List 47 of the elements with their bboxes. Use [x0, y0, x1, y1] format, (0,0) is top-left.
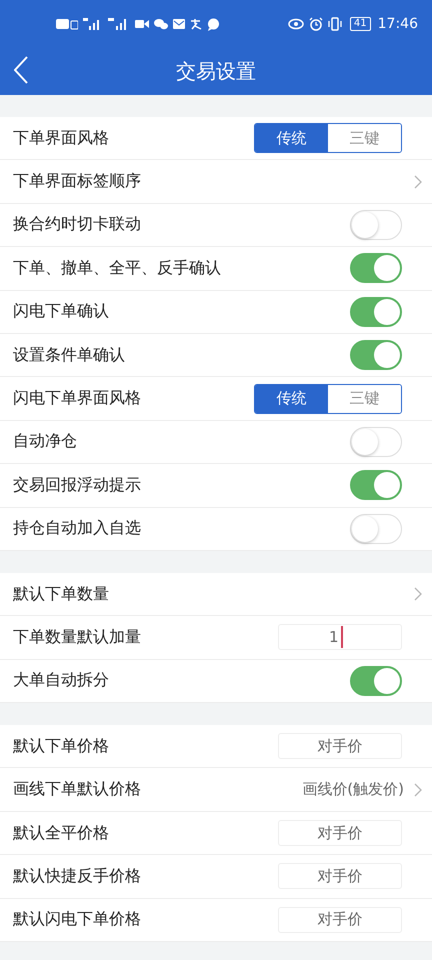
app-icon [190, 18, 202, 30]
price-selector[interactable]: 对手价 [278, 820, 402, 846]
toggle-switch[interactable] [350, 666, 402, 696]
back-icon[interactable] [14, 56, 28, 84]
setting-label: 闪电下单界面风格 [13, 388, 141, 410]
message-icon [207, 18, 220, 30]
setting-label: 默认快捷反手价格 [13, 866, 141, 887]
chevron-icon[interactable] [414, 587, 422, 602]
chat-icon [154, 18, 168, 30]
battery-level: 41 [350, 17, 371, 31]
chevron-icon[interactable] [414, 174, 422, 189]
setting-label: 下单界面风格 [13, 128, 109, 149]
setting-label: 换合约时切卡联动 [13, 214, 141, 236]
eye-icon [288, 18, 304, 30]
setting-value[interactable]: 画线价(触发价) [302, 780, 404, 800]
alarm-icon [308, 17, 323, 31]
price-selector[interactable]: 对手价 [278, 906, 402, 933]
setting-label: 默认全平价格 [13, 822, 109, 844]
setting-label: 默认闪电下单价格 [13, 909, 141, 930]
setting-label: 闪电下单确认 [13, 301, 109, 322]
vibrate-icon [328, 17, 342, 31]
video-icon [135, 19, 149, 29]
setting-label: 默认下单价格 [13, 736, 109, 757]
setting-label: 下单界面标签顺序 [13, 171, 141, 192]
toggle-switch[interactable] [350, 296, 402, 327]
segment-option[interactable]: 传统 [255, 384, 328, 413]
price-selector[interactable]: 对手价 [278, 863, 402, 890]
page-title: 交易设置 [176, 58, 256, 85]
hd-icon [56, 18, 78, 30]
mail-icon [173, 18, 185, 30]
setting-label: 下单数量默认加量 [13, 626, 141, 648]
quantity-field[interactable]: 1 [278, 624, 402, 650]
toggle-switch[interactable] [350, 253, 402, 284]
clock-time: 17:46 [378, 16, 418, 32]
setting-label: 大单自动拆分 [13, 670, 109, 692]
chevron-icon[interactable] [414, 782, 422, 797]
toggle-switch[interactable] [350, 470, 402, 500]
setting-label: 默认下单数量 [13, 584, 109, 605]
price-selector[interactable]: 对手价 [278, 733, 402, 760]
setting-label: 持仓自动加入自选 [13, 518, 141, 540]
setting-label: 交易回报浮动提示 [13, 474, 141, 496]
toggle-switch[interactable] [350, 340, 402, 370]
setting-label: 下单、撤单、全平、反手确认 [13, 258, 221, 279]
setting-label: 设置条件单确认 [13, 344, 125, 366]
setting-label: 自动净仓 [13, 431, 77, 452]
setting-label: 画线下单默认价格 [13, 779, 141, 800]
segment-option[interactable]: 传统 [255, 124, 328, 152]
